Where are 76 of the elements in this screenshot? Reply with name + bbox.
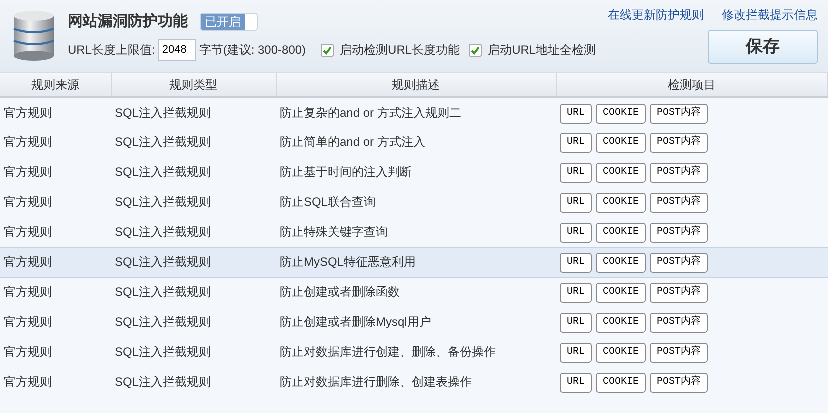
- column-header: 规则描述: [276, 73, 556, 97]
- table-cell-text: SQL注入拦截规则: [114, 134, 212, 151]
- link[interactable]: 修改拦截提示信息: [722, 6, 818, 24]
- table-cell-text: SQL注入拦截规则: [114, 164, 212, 181]
- check-item-button[interactable]: URL: [560, 373, 592, 393]
- table-cell-text: 防止对数据库进行创建、删除、备份操作: [279, 344, 497, 361]
- table-cell: SQL注入拦截规则: [111, 97, 276, 127]
- checkbox-label: 启动检测URL长度功能: [340, 42, 460, 60]
- table-cell: 官方规则: [0, 277, 111, 307]
- table-cell-text: 官方规则: [3, 344, 53, 361]
- check-item-button[interactable]: URL: [560, 253, 592, 273]
- check-item-button[interactable]: COOKIE: [596, 222, 646, 243]
- table-cell-text: 防止简单的and or 方式注入: [279, 134, 426, 151]
- table-cell: 官方规则: [0, 97, 111, 127]
- save-button[interactable]: 保存: [708, 30, 818, 64]
- table-cell-text: 官方规则: [3, 134, 53, 151]
- check-item-button[interactable]: POST内容: [650, 104, 708, 124]
- field-label: URL长度上限值:: [68, 42, 156, 60]
- check-item-button[interactable]: URL: [560, 163, 592, 183]
- check-item-button[interactable]: URL: [560, 222, 592, 243]
- checkbox[interactable]: [469, 44, 482, 57]
- table-cell-text: SQL注入拦截规则: [114, 374, 212, 391]
- table-cell: SQL注入拦截规则: [111, 277, 276, 307]
- table-cell: 官方规则: [0, 217, 111, 247]
- check-item-button[interactable]: POST内容: [650, 253, 708, 273]
- check-item-button[interactable]: POST内容: [650, 222, 708, 243]
- url-length-field[interactable]: 2048: [158, 39, 196, 62]
- checkbox[interactable]: [321, 44, 334, 57]
- check-item-button[interactable]: URL: [560, 283, 592, 304]
- check-item-button[interactable]: COOKIE: [596, 313, 646, 333]
- check-item-button[interactable]: POST内容: [650, 133, 708, 153]
- table-cell: 防止MySQL特征恶意利用: [276, 247, 556, 277]
- check-item-button[interactable]: COOKIE: [596, 163, 646, 183]
- table-cell-text: 官方规则: [3, 194, 53, 211]
- table-cell: 防止复杂的and or 方式注入规则二: [276, 97, 556, 127]
- column-header: 规则来源: [0, 73, 111, 97]
- table-cell-text: 官方规则: [3, 374, 53, 391]
- column-header: 检测项目: [556, 73, 828, 97]
- check-item-button[interactable]: COOKIE: [596, 373, 646, 393]
- check-item-button[interactable]: POST内容: [650, 373, 708, 393]
- check-item-button[interactable]: URL: [560, 104, 592, 124]
- check-item-button[interactable]: URL: [560, 133, 592, 153]
- table-cell-text: 官方规则: [3, 164, 53, 181]
- table-cell-text: 防止对数据库进行删除、创建表操作: [279, 374, 473, 391]
- table-cell: 官方规则: [0, 247, 111, 277]
- check-item-button[interactable]: COOKIE: [596, 104, 646, 124]
- check-item-button[interactable]: COOKIE: [596, 193, 646, 213]
- check-item-button[interactable]: POST内容: [650, 343, 708, 363]
- table-cell-text: 防止基于时间的注入判断: [279, 164, 413, 181]
- table-cell: 防止特殊关键字查询: [276, 217, 556, 247]
- check-item-button[interactable]: COOKIE: [596, 343, 646, 363]
- page-title: 网站漏洞防护功能: [68, 12, 188, 32]
- table-cell: SQL注入拦截规则: [111, 217, 276, 247]
- table-cell-text: 防止创建或者删除Mysql用户: [279, 314, 432, 331]
- check-item-button[interactable]: COOKIE: [596, 253, 646, 273]
- table-cell-text: 官方规则: [3, 314, 53, 331]
- link[interactable]: 在线更新防护规则: [608, 6, 704, 24]
- checkbox-label: 启动URL地址全检测: [488, 42, 596, 60]
- table-cell-text: SQL注入拦截规则: [114, 194, 212, 211]
- check-item-button[interactable]: POST内容: [650, 163, 708, 183]
- check-item-button[interactable]: POST内容: [650, 283, 708, 304]
- check-item-button[interactable]: COOKIE: [596, 283, 646, 304]
- check-item-button[interactable]: POST内容: [650, 313, 708, 333]
- check-item-button[interactable]: URL: [560, 313, 592, 333]
- check-item-button[interactable]: POST内容: [650, 193, 708, 213]
- database-icon: [12, 10, 56, 62]
- column-header: 规则类型: [111, 73, 276, 97]
- check-item-button[interactable]: URL: [560, 343, 592, 363]
- table-cell: 防止创建或者删除函数: [276, 277, 556, 307]
- table-cell-text: 防止SQL联合查询: [279, 194, 378, 211]
- table-cell: SQL注入拦截规则: [111, 247, 276, 277]
- table-cell-text: SQL注入拦截规则: [114, 344, 212, 361]
- table-cell-text: SQL注入拦截规则: [114, 314, 212, 331]
- check-item-button[interactable]: COOKIE: [596, 133, 646, 153]
- hint-text: 字节(建议: 300-800): [199, 42, 306, 60]
- check-item-button[interactable]: URL: [560, 193, 592, 213]
